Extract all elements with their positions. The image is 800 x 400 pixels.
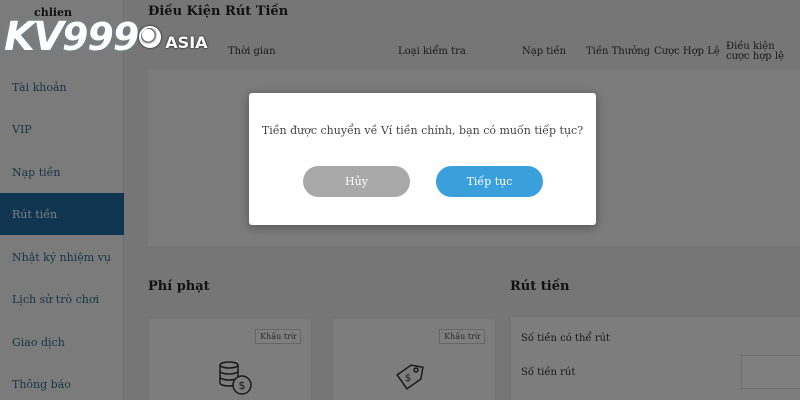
- confirm-dialog: Tiền được chuyển về Ví tiền chính, bạn c…: [249, 93, 596, 225]
- kv999-logo[interactable]: KV 999 ASIA: [4, 14, 208, 60]
- logo-text-kv: KV: [4, 14, 64, 60]
- soccer-ball-icon: [139, 26, 162, 48]
- dialog-message: Tiền được chuyển về Ví tiền chính, bạn c…: [261, 124, 584, 137]
- logo-text-asia: ASIA: [165, 32, 208, 52]
- cancel-button[interactable]: Hủy: [303, 166, 410, 197]
- logo-text-digits: 999: [61, 15, 139, 59]
- continue-button[interactable]: Tiếp tục: [436, 166, 543, 197]
